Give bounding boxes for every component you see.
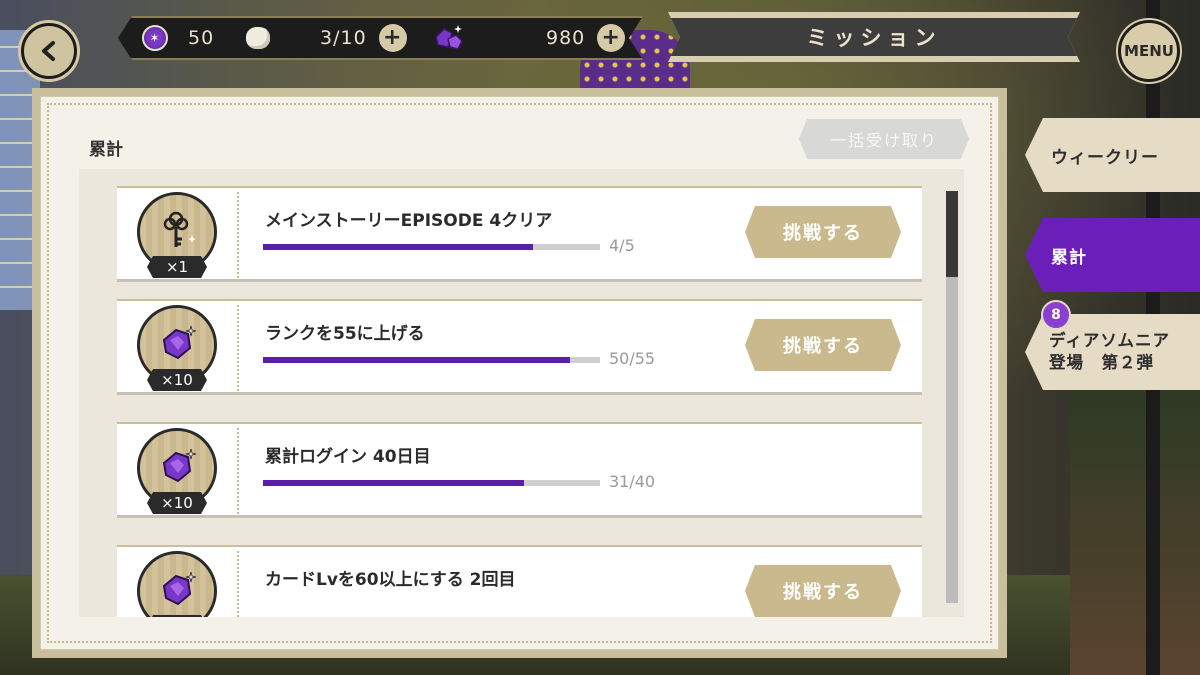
progress-bar — [263, 480, 600, 486]
mission-name: ランクを55に上げる — [265, 324, 425, 344]
mission-card: ×10 ランクを55に上げる 50/55 挑戦する — [117, 299, 922, 395]
reward-count: ×10 — [147, 492, 207, 514]
progress-bar — [263, 357, 600, 363]
progress-text: 31/40 — [609, 472, 656, 491]
gem-icon — [154, 566, 200, 616]
card-divider — [237, 305, 239, 391]
chevron-left-icon — [42, 41, 55, 61]
mission-name: 累計ログイン 40日目 — [265, 447, 431, 467]
mission-list[interactable]: ×1 メインストーリーEPISODE 4クリア 4/5 挑戦する ×10 ランク… — [79, 169, 964, 617]
reward-badge: ×1 — [137, 192, 217, 280]
reward-count: ×10 — [147, 615, 207, 617]
gem-count: 980 — [546, 27, 586, 49]
progress-text: 4/5 — [609, 236, 635, 255]
add-stamina-button[interactable]: + — [379, 24, 407, 52]
tab-weekly[interactable]: ウィークリー — [1025, 118, 1200, 192]
mission-card: ×10 累計ログイン 40日目 31/40 — [117, 422, 922, 518]
orb-count: 50 — [188, 27, 215, 49]
tab-event-line1: ディアソムニア — [1049, 330, 1171, 350]
gem-icon — [154, 443, 200, 493]
stamina-count: 3/10 — [320, 27, 367, 49]
mission-card: ×1 メインストーリーEPISODE 4クリア 4/5 挑戦する — [117, 186, 922, 282]
tab-total[interactable]: 累計 — [1025, 218, 1200, 292]
challenge-button[interactable]: 挑戦する — [745, 319, 901, 371]
progress-fill — [263, 357, 570, 363]
background-shelf — [1070, 380, 1200, 675]
reward-badge: ×10 — [137, 428, 217, 516]
gem-icon — [154, 320, 200, 370]
mission-panel: 累計 一括受け取り ×1 メインストーリーEPISODE 4クリア 4/5 挑戦… — [32, 88, 1007, 658]
tab-event-line2: 登場 第２弾 — [1049, 353, 1154, 372]
tab-event-label: ディアソムニア 登場 第２弾 — [1049, 330, 1170, 375]
reward-count: ×10 — [147, 369, 207, 391]
card-divider — [237, 192, 239, 278]
section-title: 累計 — [89, 140, 123, 160]
progress-text: 50/55 — [609, 349, 656, 368]
scrollbar[interactable] — [946, 191, 958, 603]
progress-bar — [263, 244, 600, 250]
orb-icon: ✶ — [142, 25, 168, 51]
card-divider — [237, 551, 239, 617]
claim-all-button[interactable]: 一括受け取り — [799, 119, 969, 159]
back-button[interactable] — [18, 20, 80, 82]
mission-card: ×10 カードLvを60以上にする 2回目 挑戦する — [117, 545, 922, 617]
scrollbar-thumb[interactable] — [946, 191, 958, 277]
challenge-button[interactable]: 挑戦する — [745, 206, 901, 258]
currency-bar: ✶ 50 3/10 + 980 + — [118, 16, 643, 60]
event-notification-badge: 8 — [1041, 300, 1071, 330]
orb-counter: ✶ 50 — [142, 18, 214, 58]
card-divider — [237, 428, 239, 514]
reward-badge: ×10 — [137, 551, 217, 617]
progress-fill — [263, 480, 525, 486]
page-title-banner: ミッション — [668, 12, 1080, 62]
stamina-counter: 3/10 + — [246, 18, 407, 58]
key-icon — [154, 207, 200, 257]
gem-icon — [430, 23, 466, 53]
cookie-icon — [246, 27, 270, 49]
mission-name: メインストーリーEPISODE 4クリア — [265, 211, 553, 231]
mission-name: カードLvを60以上にする 2回目 — [265, 570, 516, 590]
page-title: ミッション — [806, 26, 942, 50]
menu-button[interactable]: MENU — [1118, 20, 1180, 82]
reward-circle — [137, 551, 217, 617]
challenge-button[interactable]: 挑戦する — [745, 565, 901, 617]
mission-panel-inner: 累計 一括受け取り ×1 メインストーリーEPISODE 4クリア 4/5 挑戦… — [40, 96, 999, 650]
gem-counter: 980 + — [430, 18, 625, 58]
reward-count: ×1 — [147, 256, 207, 278]
progress-fill — [263, 244, 533, 250]
back-button-face — [24, 26, 74, 76]
add-gems-button[interactable]: + — [597, 24, 625, 52]
reward-badge: ×10 — [137, 305, 217, 393]
